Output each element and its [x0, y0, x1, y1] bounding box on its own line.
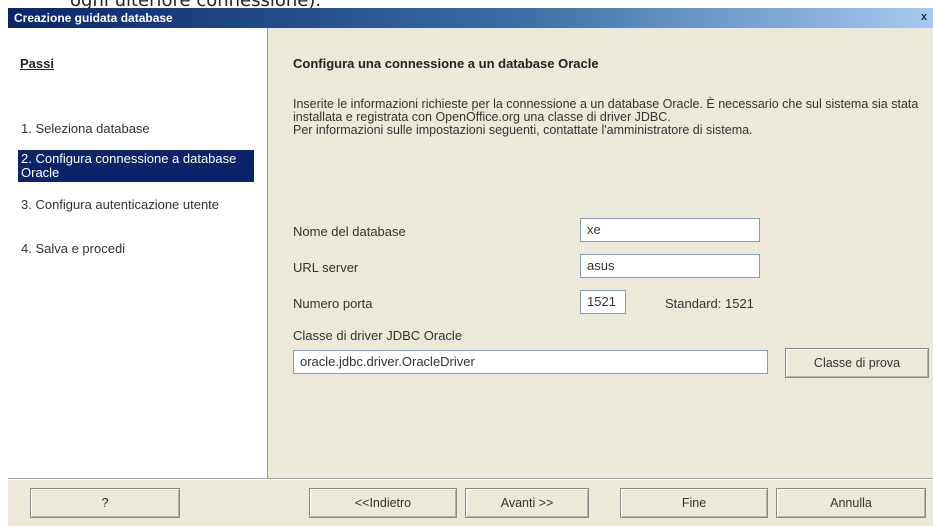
instructions-line-2: Per informazioni sulle impostazioni segu… [293, 123, 753, 137]
main-panel: Configura una connessione a un database … [269, 28, 933, 478]
db-name-field[interactable]: xe [580, 218, 760, 242]
step-save-and-proceed[interactable]: 4. Salva e procedi [18, 240, 254, 258]
help-button[interactable]: ? [30, 488, 180, 518]
step-select-database[interactable]: 1. Seleziona database [18, 120, 254, 138]
cancel-button[interactable]: Annulla [776, 488, 926, 518]
port-default-label: Standard: 1521 [665, 296, 754, 311]
driver-class-label: Classe di driver JDBC Oracle [293, 328, 463, 343]
test-class-button[interactable]: Classe di prova [785, 348, 929, 378]
db-name-label: Nome del database [293, 224, 406, 239]
footer-divider-highlight [8, 479, 933, 480]
instructions: Inserite le informazioni richieste per l… [293, 98, 923, 137]
back-button[interactable]: <<Indietro [309, 488, 457, 518]
port-field[interactable]: 1521 [580, 290, 626, 314]
step-configure-oracle-connection[interactable]: 2. Configura connessione a database Orac… [18, 150, 254, 182]
server-url-label: URL server [293, 260, 359, 275]
steps-title: Passi [20, 56, 54, 71]
server-url-field[interactable]: asus [580, 254, 760, 278]
database-wizard-window: Creazione guidata database x Passi 1. Se… [8, 8, 933, 526]
next-button[interactable]: Avanti >> [465, 488, 589, 518]
steps-panel: Passi 1. Seleziona database 2. Configura… [8, 28, 268, 478]
instructions-line-1: Inserite le informazioni richieste per l… [293, 97, 919, 124]
background-text-fragment: ogni ulteriore connessione). [70, 0, 321, 8]
close-icon[interactable]: x [917, 10, 931, 24]
finish-button[interactable]: Fine [620, 488, 768, 518]
window-title: Creazione guidata database [14, 11, 173, 25]
title-bar: Creazione guidata database x [8, 8, 933, 28]
driver-class-field[interactable]: oracle.jdbc.driver.OracleDriver [293, 350, 768, 374]
port-label: Numero porta [293, 296, 373, 311]
step-configure-user-auth[interactable]: 3. Configura autenticazione utente [18, 196, 254, 214]
page-title: Configura una connessione a un database … [293, 56, 599, 71]
